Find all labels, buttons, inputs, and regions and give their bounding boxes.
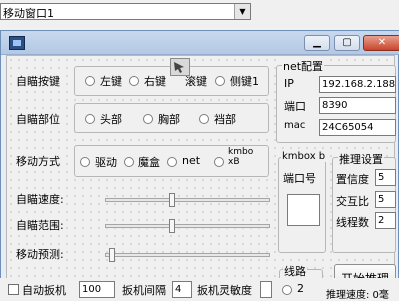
- aim-speed-label: 自瞄速度:: [16, 191, 64, 207]
- net-ip-input[interactable]: 192.168.2.188: [319, 76, 396, 93]
- move-mode-label: 移动方式: [16, 153, 60, 169]
- window-select-combo[interactable]: 移动窗口1 ▼: [0, 3, 251, 20]
- aim-part-label: 自瞄部位: [16, 111, 60, 127]
- route-title: 线路: [283, 263, 307, 279]
- net-ip-label: IP: [284, 77, 294, 90]
- net-port-input[interactable]: 8390: [319, 97, 396, 114]
- iou-input[interactable]: 5: [375, 191, 396, 208]
- aim-part-option-crotch: 裆部: [214, 111, 236, 127]
- confidence-input[interactable]: 5: [375, 169, 396, 186]
- confidence-label: 置信度: [336, 171, 369, 187]
- net-mac-label: mac: [284, 120, 306, 131]
- inference-speed-status: 推理速度: 0毫: [326, 286, 389, 301]
- bottom-bar: 自动扳机 100 扳机间隔 4 扳机灵敏度 2 推理速度: 0毫: [0, 278, 399, 301]
- move-mode-option-kmboxb: kmbo xB: [228, 147, 254, 167]
- close-button[interactable]: ✕: [363, 35, 399, 51]
- move-predict-track[interactable]: [105, 253, 270, 257]
- aim-part-radio-chest[interactable]: [143, 114, 153, 124]
- net-port-label: 端口: [284, 98, 306, 114]
- aim-part-radio-crotch[interactable]: [199, 114, 209, 124]
- minimize-button[interactable]: ▁: [304, 35, 330, 51]
- auto-trigger-label: 自动扳机: [22, 282, 66, 298]
- kmbox-port-input[interactable]: [287, 194, 320, 226]
- route-radio-2[interactable]: [282, 285, 292, 295]
- move-mode-radio-magicbox[interactable]: [124, 157, 134, 167]
- title-bar[interactable]: ▁ ▢ ✕: [1, 31, 399, 55]
- aim-part-option-head: 头部: [100, 111, 122, 127]
- aim-key-option-side1: 侧键1: [230, 73, 259, 89]
- aim-speed-track[interactable]: [105, 198, 270, 202]
- move-predict-slider-thumb[interactable]: [109, 248, 115, 262]
- trigger-sensitivity-label: 扳机灵敏度: [197, 282, 252, 298]
- aim-part-option-chest: 胸部: [158, 111, 180, 127]
- move-mode-radio-net[interactable]: [167, 157, 177, 167]
- aim-key-radio-right[interactable]: [129, 76, 139, 86]
- move-mode-radio-kmboxb[interactable]: [214, 157, 224, 167]
- move-mode-option-driver: 驱动: [95, 154, 117, 170]
- move-mode-option-magicbox: 魔盒: [138, 154, 160, 170]
- reasoning-settings-title: 推理设置: [338, 151, 384, 167]
- trigger-interval-input[interactable]: 4: [172, 281, 192, 298]
- aim-key-radio-left[interactable]: [85, 76, 95, 86]
- kmbox-title: kmbox b: [281, 151, 327, 162]
- aim-speed-slider-thumb[interactable]: [169, 193, 175, 207]
- aim-key-option-right: 右键: [144, 73, 166, 89]
- main-window: ▁ ▢ ✕ 自瞄按键 左键 右键 滚键 侧键1 自瞄部位 头部 胸部 裆部 移动…: [0, 30, 399, 300]
- top-bar: 移动窗口1 ▼: [0, 0, 399, 30]
- net-mac-input[interactable]: 24C65054: [319, 119, 396, 136]
- aim-key-option-left: 左键: [100, 73, 122, 89]
- trigger-interval-label: 扳机间隔: [122, 282, 166, 298]
- auto-trigger-checkbox[interactable]: [8, 284, 19, 295]
- net-config-title: net配置: [282, 58, 325, 74]
- chevron-down-icon[interactable]: ▼: [234, 4, 250, 19]
- arrow-tool-icon: [174, 62, 184, 73]
- aim-range-label: 自瞄范围:: [16, 217, 64, 233]
- trigger-sensitivity-input[interactable]: [260, 281, 272, 298]
- aim-range-track[interactable]: [105, 224, 270, 228]
- client-area: 自瞄按键 左键 右键 滚键 侧键1 自瞄部位 头部 胸部 裆部 移动方式 驱动 …: [6, 55, 396, 296]
- move-predict-label: 移动预测:: [16, 246, 64, 262]
- window-select-value: 移动窗口1: [3, 7, 54, 20]
- threads-input[interactable]: 2: [375, 212, 396, 229]
- aim-part-radio-head[interactable]: [85, 114, 95, 124]
- kmbox-port-label: 端口号: [283, 170, 316, 186]
- iou-label: 交互比: [336, 193, 369, 209]
- trigger-value-input[interactable]: 100: [79, 281, 115, 298]
- route-option-2: 2: [297, 282, 304, 295]
- aim-key-radio-side1[interactable]: [215, 76, 225, 86]
- aim-range-slider-thumb[interactable]: [169, 219, 175, 233]
- tool-icon[interactable]: [170, 58, 190, 76]
- threads-label: 线程数: [336, 214, 369, 230]
- maximize-button[interactable]: ▢: [334, 35, 360, 51]
- aim-key-label: 自瞄按键: [16, 73, 60, 89]
- move-mode-option-net: net: [182, 154, 201, 167]
- move-mode-radio-driver[interactable]: [80, 157, 90, 167]
- app-icon: [9, 36, 25, 50]
